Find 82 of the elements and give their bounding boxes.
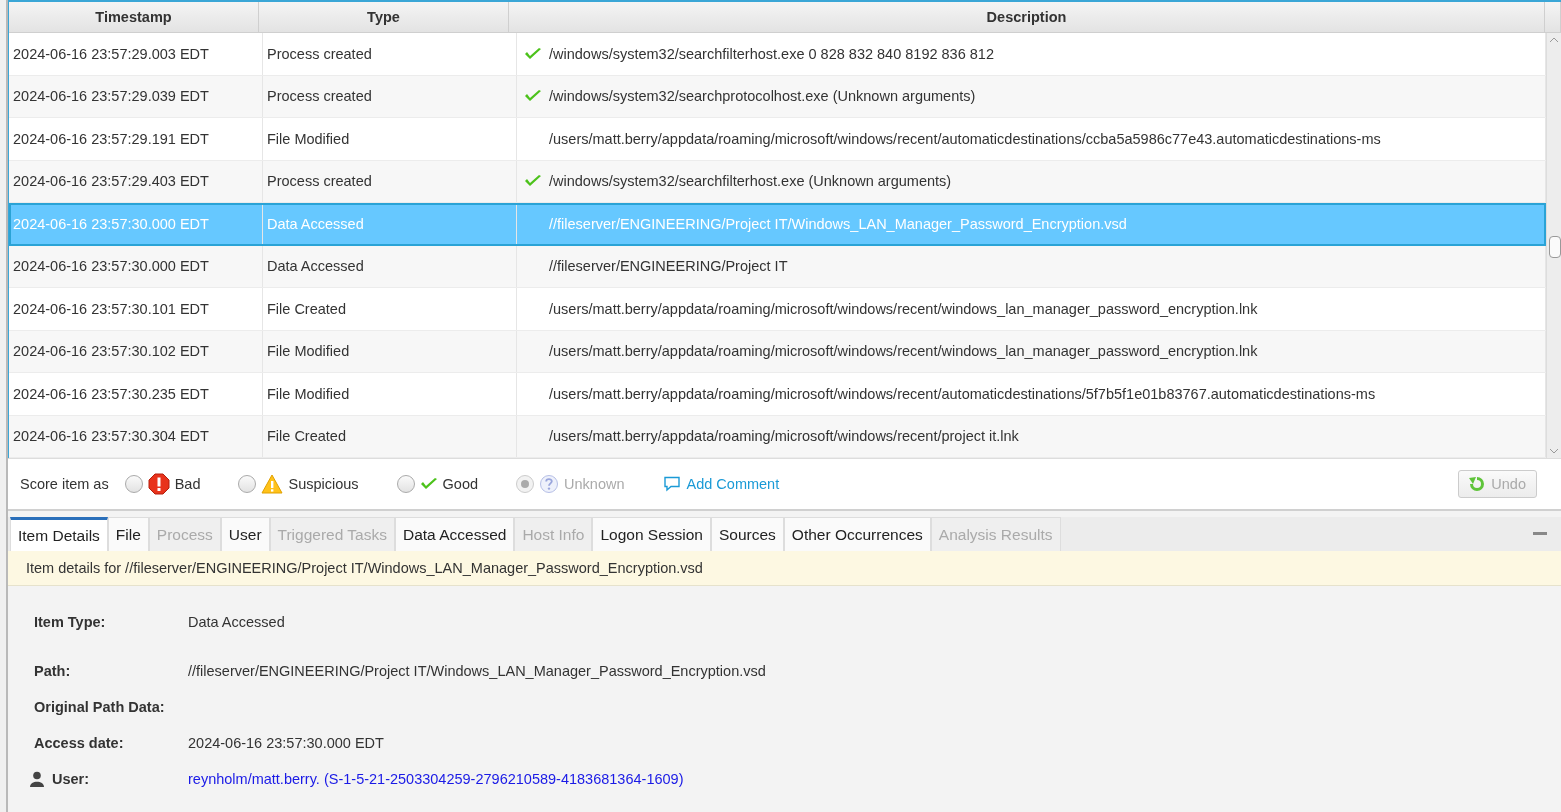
field-label: Access date:: [34, 735, 124, 751]
table-cell: 2024-06-16 23:57:30.304 EDT: [9, 415, 263, 457]
table-row[interactable]: 2024-06-16 23:57:30.304 EDT File Created /users/matt.berry/appdata/roaming/microsoft/windows/recent/project it.lnk: [9, 415, 1546, 458]
option-label: Suspicious: [288, 476, 359, 492]
error-icon: [147, 473, 170, 495]
tab[interactable]: Logon Session: [592, 517, 711, 551]
column-header[interactable]: Timestamp: [9, 2, 259, 32]
table-cell: 2024-06-16 23:57:30.101 EDT: [9, 288, 263, 330]
column-header[interactable]: Description: [509, 2, 1545, 32]
field-value: 2024-06-16 23:57:30.000 EDT: [188, 735, 384, 751]
table-cell: /users/matt.berry/appdata/roaming/microsoft/windows/recent/windows_lan_manager_password_encryption.lnk: [549, 343, 1258, 360]
field-value: Data Accessed: [188, 614, 285, 630]
table-cell: /windows/system32/searchfilterhost.exe 0 828 832 840 8192 836 812: [549, 45, 994, 62]
table-cell: /users/matt.berry/appdata/roaming/microsoft/windows/recent/project it.lnk: [549, 428, 1019, 445]
field-label: Original Path Data:: [34, 699, 165, 715]
table-row[interactable]: 2024-06-16 23:57:29.191 EDT File Modified /users/matt.berry/appdata/roaming/microsoft/windows/recent/automaticdestinations/ccba5a5986c77e43.automaticdestinations-ms: [9, 118, 1546, 161]
option-label: Good: [442, 476, 479, 492]
table-row[interactable]: 2024-06-16 23:57:30.000 EDT Data Accessed //fileserver/ENGINEERING/Project IT: [9, 245, 1546, 288]
field-label: User:: [52, 771, 90, 787]
table-cell: /users/matt.berry/appdata/roaming/microsoft/windows/recent/automaticdestinations/ccba5a5986c77e43.automaticdestinations-ms: [549, 130, 1381, 147]
table-cell: 2024-06-16 23:57:30.000 EDT: [9, 203, 263, 245]
radio-button[interactable]: [124, 475, 143, 493]
user-link[interactable]: reynholm/matt.berry. (S-1-5-21-2503304259-2796210589-4183681364-1609): [188, 771, 684, 787]
table-cell: 2024-06-16 23:57:29.039 EDT: [9, 75, 263, 117]
tab[interactable]: Data Accessed: [395, 517, 515, 551]
table-cell: 2024-06-16 23:57:30.102 EDT: [9, 330, 263, 372]
info-banner: Item details for //fileserver/ENGINEERING/Project IT/Windows_LAN_Manager_Password_Encryption.vsd: [8, 551, 1561, 586]
table-row[interactable]: 2024-06-16 23:57:29.003 EDT Process created /windows/system32/searchfilterhost.exe 0 828 832 840 8192 836 812: [9, 33, 1546, 76]
tab[interactable]: Item Details: [10, 517, 108, 551]
table-cell: File Created: [263, 415, 517, 457]
scroll-up-icon: [1549, 37, 1559, 43]
table-cell: File Modified: [263, 330, 517, 372]
table-cell: Process created: [263, 75, 517, 117]
table-cell: 2024-06-16 23:57:30.000 EDT: [9, 245, 263, 287]
option-label: Unknown: [564, 476, 625, 492]
warning-icon: [261, 474, 284, 494]
radio-button[interactable]: [238, 475, 257, 493]
table-cell: Data Accessed: [263, 203, 517, 245]
table-cell: 2024-06-16 23:57:29.003 EDT: [9, 33, 263, 75]
table-row[interactable]: 2024-06-16 23:57:30.101 EDT File Created /users/matt.berry/appdata/roaming/microsoft/windows/recent/windows_lan_manager_password_encryption.lnk: [9, 288, 1546, 331]
table-row[interactable]: 2024-06-16 23:57:30.235 EDT File Modified /users/matt.berry/appdata/roaming/microsoft/windows/recent/automaticdestinations/5f7b5f1e01b83767.automaticdestinations-ms: [9, 373, 1546, 416]
radio-button[interactable]: [396, 475, 415, 493]
table-cell: File Modified: [263, 373, 517, 415]
check-icon: [419, 477, 438, 491]
table-cell: Data Accessed: [263, 245, 517, 287]
table-cell: //fileserver/ENGINEERING/Project IT: [549, 258, 788, 275]
table-cell: Process created: [263, 160, 517, 202]
field-value: //fileserver/ENGINEERING/Project IT/Windows_LAN_Manager_Password_Encryption.vsd: [188, 663, 766, 679]
table-row[interactable]: 2024-06-16 23:57:29.039 EDT Process created /windows/system32/searchprotocolhost.exe (Unknown arguments): [9, 75, 1546, 118]
table-row[interactable]: 2024-06-16 23:57:30.102 EDT File Modified /users/matt.berry/appdata/roaming/microsoft/windows/recent/windows_lan_manager_password_encryption.lnk: [9, 330, 1546, 373]
table-cell: File Modified: [263, 118, 517, 160]
scrollbar[interactable]: [1546, 33, 1561, 458]
tab[interactable]: File: [107, 517, 149, 551]
table-row[interactable]: 2024-06-16 23:57:29.403 EDT Process created /windows/system32/searchfilterhost.exe (Unknown arguments): [9, 160, 1546, 203]
table-cell: /users/matt.berry/appdata/roaming/microsoft/windows/recent/windows_lan_manager_password_encryption.lnk: [549, 300, 1258, 317]
table-cell: /windows/system32/searchprotocolhost.exe (Unknown arguments): [549, 88, 976, 105]
field-label: Path:: [34, 663, 71, 679]
table-cell: 2024-06-16 23:57:30.235 EDT: [9, 373, 263, 415]
option-label: Bad: [174, 476, 201, 492]
table-cell: /windows/system32/searchfilterhost.exe (Unknown arguments): [549, 173, 952, 190]
speech-bubble-icon: [662, 476, 681, 492]
table-cell: /users/matt.berry/appdata/roaming/microsoft/windows/recent/automaticdestinations/5f7b5f1e01b83767.automaticdestinations-ms: [549, 385, 1376, 402]
score-option[interactable]: Bad: [124, 473, 201, 495]
score-option[interactable]: Suspicious: [238, 474, 359, 494]
field-label: Item Type:: [34, 614, 106, 630]
table-cell: //fileserver/ENGINEERING/Project IT/Windows_LAN_Manager_Password_Encryption.vsd: [549, 215, 1127, 232]
person-icon: [30, 771, 44, 787]
scrollbar-thumb[interactable]: [1549, 236, 1561, 258]
minimize-icon: [1533, 532, 1547, 536]
undo-arrow-icon: [1469, 476, 1486, 492]
score-option[interactable]: Good: [396, 475, 479, 493]
tab[interactable]: Sources: [711, 517, 784, 551]
scroll-down-icon: [1549, 448, 1559, 454]
score-label: Score item as: [20, 476, 109, 492]
question-icon: [539, 474, 560, 494]
tab[interactable]: User: [220, 517, 270, 551]
tab[interactable]: Other Occurrences: [783, 517, 931, 551]
table-cell: File Created: [263, 288, 517, 330]
column-header[interactable]: Type: [259, 2, 509, 32]
table-cell: 2024-06-16 23:57:29.191 EDT: [9, 118, 263, 160]
table-cell: Process created: [263, 33, 517, 75]
table-cell: 2024-06-16 23:57:29.403 EDT: [9, 160, 263, 202]
